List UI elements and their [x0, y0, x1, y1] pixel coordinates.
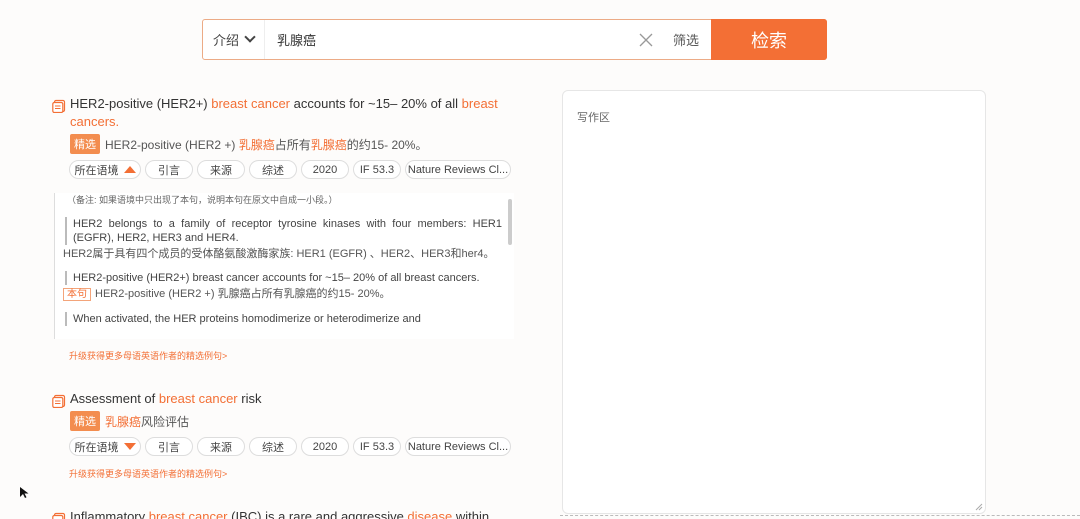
translation: 精选 HER2-positive (HER2 +) 乳腺癌占所有乳腺癌的约15-…	[70, 134, 522, 154]
tag-row: 所在语境 引言 来源 综述 2020 IF 53.3 Nature Review…	[69, 160, 522, 179]
highlight-term: breast cancer	[148, 509, 228, 519]
featured-badge: 精选	[70, 134, 100, 154]
search-input[interactable]	[265, 20, 631, 59]
writing-area-placeholder: 写作区	[577, 112, 610, 124]
tag-journal[interactable]: Nature Reviews Cl...	[405, 437, 511, 456]
title-text: .	[115, 114, 120, 129]
tag-source[interactable]: 来源	[197, 160, 245, 179]
search-mode-label: 介绍	[212, 33, 239, 48]
tag-type[interactable]: 综述	[249, 160, 297, 179]
title-text: HER2-positive (HER2+)	[70, 96, 212, 111]
search-mode-dropdown[interactable]: 介绍	[203, 20, 265, 59]
result-item: Assessment of breast cancer risk 精选 乳腺癌风…	[52, 390, 522, 480]
upgrade-row: 升级获得更多母语英语作者的精选例句>	[52, 349, 522, 362]
upgrade-link[interactable]: 升级获得更多母语英语作者的精选例句>	[69, 349, 522, 362]
filter-button[interactable]: 筛选	[661, 20, 711, 59]
tag-row: 所在语境 引言 来源 综述 2020 IF 53.3 Nature Review…	[69, 437, 522, 456]
context-paragraph-en: When activated, the HER proteins homodim…	[65, 312, 502, 326]
writing-area[interactable]: 写作区	[562, 90, 986, 514]
result-title[interactable]: Inflammatory breast cancer (IBC) is a ra…	[52, 508, 522, 519]
tag-label: 所在语境	[74, 441, 119, 454]
title-text: Assessment of	[70, 391, 159, 406]
tag-year[interactable]: 2020	[301, 437, 349, 456]
context-toggle[interactable]: 所在语境	[69, 437, 141, 456]
caret-up-icon	[123, 166, 136, 173]
scrollbar[interactable]	[508, 199, 512, 245]
highlight-term: 乳腺癌	[310, 137, 347, 152]
tag-label: 所在语境	[74, 164, 119, 177]
translation-text: 占所有	[274, 137, 311, 152]
title-text: risk	[237, 391, 262, 406]
chevron-down-icon	[244, 31, 256, 43]
document-icon	[52, 99, 66, 113]
highlight-term: 乳腺癌	[105, 414, 142, 429]
result-item: Inflammatory breast cancer (IBC) is a ra…	[52, 508, 522, 519]
divider	[560, 515, 1080, 516]
highlight-term: breast cancer	[158, 391, 238, 406]
tag-impact-factor[interactable]: IF 53.3	[353, 160, 401, 179]
clear-icon[interactable]	[631, 20, 661, 59]
context-toggle[interactable]: 所在语境	[69, 160, 141, 179]
translation-text: HER2-positive (HER2 +)	[105, 137, 239, 152]
document-icon	[52, 394, 66, 408]
context-paragraph-cn: 本句 HER2-positive (HER2 +) 乳腺癌占所有乳腺癌的约15- …	[63, 287, 502, 302]
context-paragraph-en: HER2-positive (HER2+) breast cancer acco…	[65, 271, 502, 285]
document-icon	[52, 512, 66, 519]
context-panel[interactable]: （备注: 如果语境中只出现了本句，说明本句在原文中自成一小段。） HER2 be…	[54, 193, 514, 339]
tag-source[interactable]: 来源	[197, 437, 245, 456]
upgrade-link[interactable]: 升级获得更多母语英语作者的精选例句>	[69, 467, 522, 480]
title-text: (IBC) is a rare and aggressive	[227, 509, 408, 519]
translation: 精选 乳腺癌风险评估	[70, 411, 522, 431]
tag-journal[interactable]: Nature Reviews Cl...	[405, 160, 511, 179]
current-sentence-tag: 本句	[63, 288, 91, 301]
context-paragraph-en: HER2 belongs to a family of receptor tyr…	[65, 217, 502, 245]
context-paragraph-cn: HER2属于具有四个成员的受体酪氨酸激酶家族: HER1 (EGFR) 、HER…	[63, 248, 495, 260]
resize-handle-icon[interactable]	[975, 503, 983, 511]
translation-text: 风险评估	[141, 414, 190, 429]
mouse-cursor-icon	[20, 487, 29, 498]
highlight-term: 乳腺癌	[238, 137, 275, 152]
featured-badge: 精选	[70, 411, 100, 431]
tag-section[interactable]: 引言	[145, 160, 193, 179]
title-text: within	[452, 509, 490, 519]
highlight-term: breast cancer	[211, 96, 291, 111]
translation-text: 的约15- 20%。	[346, 137, 428, 152]
highlight-term: disease	[407, 509, 453, 519]
caret-down-icon	[123, 443, 136, 450]
context-cn-text: HER2-positive (HER2 +) 乳腺癌占所有乳腺癌的约15- 20…	[95, 288, 391, 300]
tag-year[interactable]: 2020	[301, 160, 349, 179]
tag-impact-factor[interactable]: IF 53.3	[353, 437, 401, 456]
search-button[interactable]: 检索	[711, 19, 827, 60]
title-text: accounts for ~15– 20% of all	[290, 96, 462, 111]
result-title[interactable]: Assessment of breast cancer risk	[52, 390, 522, 408]
context-note: （备注: 如果语境中只出现了本句，说明本句在原文中自成一小段。）	[67, 195, 338, 205]
result-item: HER2-positive (HER2+) breast cancer acco…	[52, 95, 522, 179]
title-text: Inflammatory	[70, 509, 149, 519]
result-title[interactable]: HER2-positive (HER2+) breast cancer acco…	[52, 95, 522, 131]
search-bar: 介绍 筛选 检索	[202, 19, 827, 60]
tag-section[interactable]: 引言	[145, 437, 193, 456]
tag-type[interactable]: 综述	[249, 437, 297, 456]
